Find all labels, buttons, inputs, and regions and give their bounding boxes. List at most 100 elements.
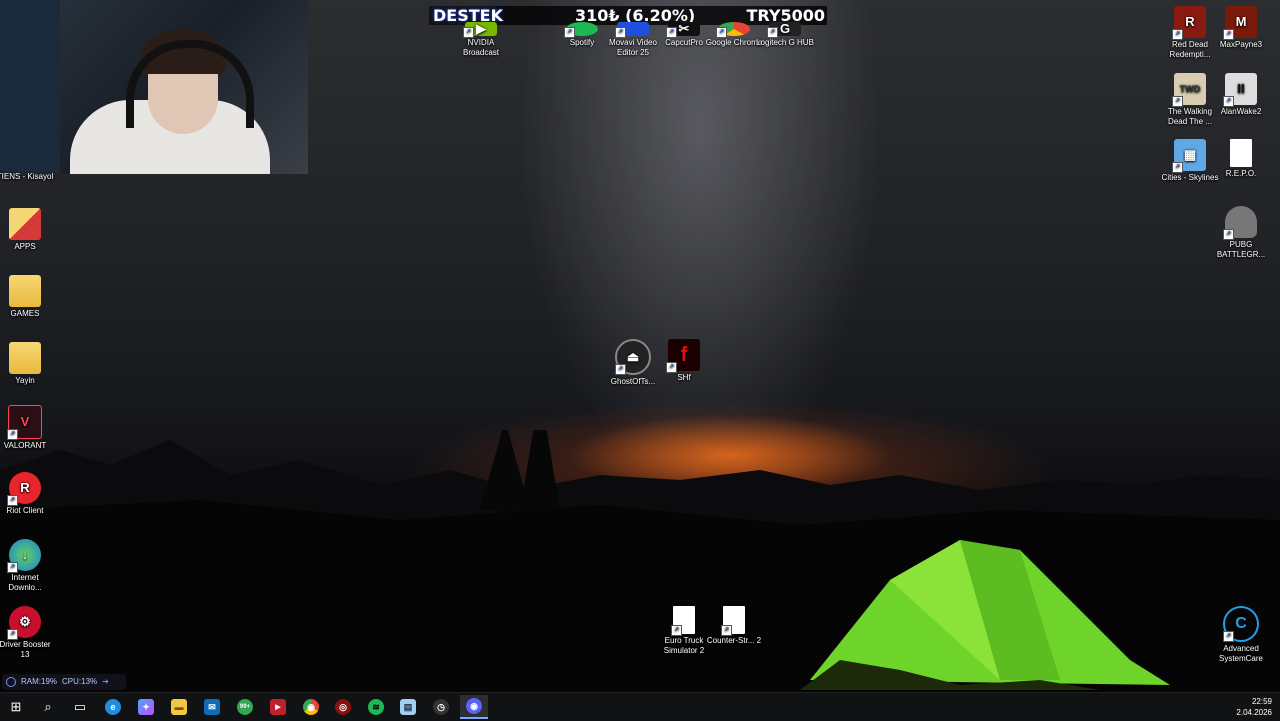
cpu-usage: CPU:13% bbox=[62, 677, 98, 686]
yayin-folder-icon bbox=[9, 342, 41, 374]
taskbar-obs[interactable]: ▶ bbox=[264, 695, 292, 719]
alan-wake-icon: II ↗ bbox=[1223, 73, 1257, 107]
desktop-icon-label: Counter-Str... 2 bbox=[706, 636, 762, 645]
taskbar-clock-app[interactable]: ◷ bbox=[427, 695, 455, 719]
notepad-icon: ▤ bbox=[400, 699, 416, 715]
riot-client-icon: R ↗ bbox=[7, 472, 41, 506]
search-icon: ⌕ bbox=[44, 699, 52, 714]
desktop-icon-label: Movavi Video Editor 25 bbox=[609, 38, 657, 57]
performance-icon bbox=[6, 677, 16, 687]
pubg-icon: ↗ bbox=[1223, 206, 1257, 240]
steelseries-icon: ◎ bbox=[335, 699, 351, 715]
internet-download-manager-icon: ↓ ↗ bbox=[7, 539, 41, 573]
desktop-icon-ghub[interactable]: G ↗ Logitech G HUB bbox=[754, 22, 816, 48]
desktop-icon-label: APPS bbox=[14, 242, 36, 251]
system-clock[interactable]: 22:59 2.04.2026 bbox=[1236, 696, 1272, 718]
desktop-icon-label: AlanWake2 bbox=[1220, 107, 1262, 116]
logitech-ghub-icon: G ↗ bbox=[767, 22, 801, 38]
desktop-icon-games[interactable]: GAMES bbox=[0, 275, 56, 319]
desktop-icon-riot[interactable]: R ↗ Riot Client bbox=[0, 472, 56, 516]
taskbar-mail[interactable]: ✉ bbox=[198, 695, 226, 719]
desktop-icon-label: PUBG BATTLEGR... bbox=[1216, 240, 1266, 259]
desktop-icon-asc[interactable]: C ↗ Advanced SystemCare bbox=[1210, 606, 1272, 664]
desktop-icon-label: Riot Client bbox=[6, 506, 44, 515]
file-icon bbox=[1230, 139, 1252, 167]
clock-time: 22:59 bbox=[1251, 697, 1272, 706]
arrow-right-icon[interactable]: ➔ bbox=[102, 674, 109, 690]
desktop-icon-label: SHf bbox=[677, 373, 691, 382]
driver-booster-icon: ⚙ ↗ bbox=[7, 606, 41, 640]
taskbar-chrome[interactable]: ◉ bbox=[297, 695, 325, 719]
edge-icon: e bbox=[105, 699, 121, 715]
desktop-icon-label: Euro Truck Simulator 2 bbox=[663, 636, 705, 655]
desktop-icon-cs2[interactable]: ↗ Counter-Str... 2 bbox=[703, 606, 765, 646]
copilot-icon: ✦ bbox=[138, 699, 154, 715]
desktop-icon-label: TIENS - Kisayol bbox=[0, 172, 54, 181]
task-view-icon: ▭ bbox=[73, 699, 87, 714]
advanced-systemcare-icon: C ↗ bbox=[1223, 606, 1259, 642]
desktop-icon-label: Logitech G HUB bbox=[756, 38, 814, 47]
max-payne-icon: M ↗ bbox=[1223, 6, 1257, 40]
taskbar: ⊞ ⌕ ▭ e ✦ ▬ ✉ 99+ ▶ ◉ ◎ ≋ ▤ ◷ ◉ 22:59 2.… bbox=[0, 692, 1280, 721]
red-dead-icon: R ↗ bbox=[1172, 6, 1206, 40]
taskbar-steelseries[interactable]: ◎ bbox=[329, 695, 357, 719]
taskbar-file-explorer[interactable]: ▬ bbox=[165, 695, 193, 719]
taskbar-notepad[interactable]: ▤ bbox=[394, 695, 422, 719]
tiens-shortcut-icon bbox=[9, 156, 41, 170]
desktop-icon-label: Spotify bbox=[569, 38, 595, 47]
start-button[interactable]: ⊞ bbox=[2, 695, 30, 719]
desktop-icon-label: The Walking Dead The ... bbox=[1167, 107, 1213, 126]
whatsapp-icon: 99+ bbox=[237, 699, 253, 715]
desktop-icon-shf[interactable]: f ↗ SHf bbox=[653, 339, 715, 383]
desktop-icon-alanwake[interactable]: II ↗ AlanWake2 bbox=[1210, 73, 1272, 117]
spotify-icon: ↗ bbox=[564, 22, 598, 38]
chrome-icon: ◉ bbox=[303, 699, 319, 715]
desktop-icon-label: CapcutPro bbox=[665, 38, 703, 47]
ghost-of-tsushima-icon: ⏏ ↗ bbox=[615, 339, 651, 375]
desktop-icon-label: Internet Downlo... bbox=[8, 573, 42, 592]
desktop-icon-pubg[interactable]: ↗ PUBG BATTLEGR... bbox=[1210, 206, 1272, 260]
performance-widget[interactable]: RAM:19% CPU:13% ➔ bbox=[2, 674, 126, 690]
desktop-icon-tiens[interactable]: TIENS - Kisayol bbox=[0, 156, 56, 182]
taskbar-copilot[interactable]: ✦ bbox=[132, 695, 160, 719]
file-icon: ↗ bbox=[721, 606, 745, 636]
games-folder-icon bbox=[9, 275, 41, 307]
taskbar-edge[interactable]: e bbox=[99, 695, 127, 719]
task-view-button[interactable]: ▭ bbox=[66, 695, 94, 719]
apps-folder-icon bbox=[9, 208, 41, 240]
chrome-icon: ↗ bbox=[716, 22, 750, 38]
desktop-icon-idm[interactable]: ↓ ↗ Internet Downlo... bbox=[0, 539, 56, 593]
green-tent bbox=[800, 540, 1170, 690]
desktop-icon-driver-booster[interactable]: ⚙ ↗ Driver Booster 13 bbox=[0, 606, 56, 660]
movavi-icon: ↗ bbox=[615, 22, 649, 38]
desktop-icon-repo[interactable]: R.E.P.O. bbox=[1210, 139, 1272, 179]
desktop-icon-label: NVIDIA Broadcast bbox=[462, 38, 500, 57]
stream-app-icon: ▶ bbox=[270, 699, 286, 715]
windows-icon: ⊞ bbox=[10, 699, 22, 714]
search-button[interactable]: ⌕ bbox=[34, 695, 62, 719]
walking-dead-icon: TWD ↗ bbox=[1172, 73, 1206, 107]
mail-icon: ✉ bbox=[204, 699, 220, 715]
capcut-icon: ✂ ↗ bbox=[666, 22, 700, 38]
desktop-icon-apps[interactable]: APPS bbox=[0, 208, 56, 252]
cities-skylines-icon: ▦ ↗ bbox=[1172, 139, 1206, 173]
desktop-icon-yayin[interactable]: Yayin bbox=[0, 342, 56, 386]
desktop-icon-nvidia[interactable]: ▶ ↗ NVIDIA Broadcast bbox=[450, 22, 512, 58]
desktop-icon-label: R.E.P.O. bbox=[1225, 169, 1257, 178]
discord-icon: ◉ bbox=[466, 698, 482, 714]
nvidia-broadcast-icon: ▶ ↗ bbox=[463, 22, 497, 38]
taskbar-spotify[interactable]: ≋ bbox=[362, 695, 390, 719]
taskbar-whatsapp[interactable]: 99+ bbox=[231, 695, 259, 719]
webcam-overlay bbox=[0, 0, 308, 174]
desktop-icon-label: Red Dead Redempti... bbox=[1169, 40, 1211, 59]
taskbar-discord[interactable]: ◉ bbox=[460, 695, 488, 719]
shf-icon: f ↗ bbox=[666, 339, 700, 373]
folder-icon: ▬ bbox=[171, 699, 187, 715]
clock-date: 2.04.2026 bbox=[1236, 708, 1272, 717]
desktop-icon-label: Advanced SystemCare bbox=[1218, 644, 1263, 663]
desktop-icon-label: MaxPayne3 bbox=[1219, 40, 1263, 49]
desktop-icon-maxpayne[interactable]: M ↗ MaxPayne3 bbox=[1210, 6, 1272, 50]
desktop-icon-label: GhostOfTs... bbox=[610, 377, 656, 386]
desktop-icon-valorant[interactable]: V ↗ VALORANT bbox=[0, 405, 56, 451]
desktop-icon-label: GAMES bbox=[10, 309, 40, 318]
